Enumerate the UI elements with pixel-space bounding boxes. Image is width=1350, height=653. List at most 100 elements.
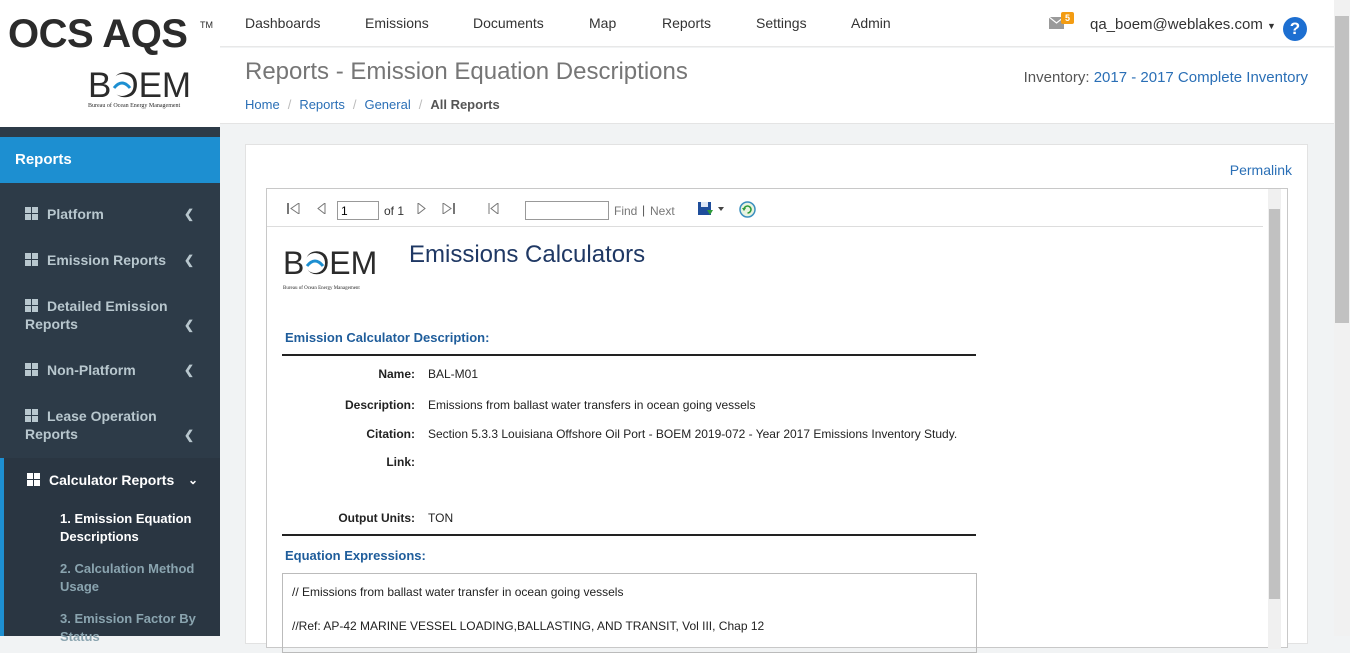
breadcrumb-separator: / [418,97,423,112]
next-page-icon[interactable] [417,203,426,214]
chevron-left-icon: ❮ [183,363,194,377]
report-scrollbar[interactable] [1268,189,1281,649]
breadcrumb-separator: / [287,97,292,112]
sidebar-item-label: Calculator Reports [49,472,175,488]
first-page-icon[interactable] [287,203,300,214]
mail-count-badge: 5 [1061,12,1075,24]
sidebar-subitem-emission-factor-by-status[interactable]: 3. Emission Factor By Status [60,610,210,646]
permalink-link[interactable]: Permalink [1230,162,1292,178]
field-value-name: BAL-M01 [428,367,479,381]
sidebar-item-emission-reports[interactable]: Emission Reports ❮ [0,251,220,269]
field-value-output-units: TON [428,511,454,525]
sidebar-item-calculator-reports[interactable]: Calculator Reports ⌄ [4,471,220,489]
boem-logo-text: BOEM [283,245,378,281]
chevron-left-icon: ❮ [183,207,194,221]
nav-documents[interactable]: Documents [473,15,544,31]
find-next-button[interactable]: Next [650,204,675,218]
content-panel: Permalink of 1 Find | Next [245,144,1308,653]
caret-down-icon: ▼ [1267,21,1276,31]
breadcrumb-home[interactable]: Home [245,97,280,112]
section-rule [282,534,976,536]
expression-line: //Ref: AP-42 MARINE VESSEL LOADING,BALLA… [292,619,765,633]
sidebar-item-non-platform[interactable]: Non-Platform ❮ [0,361,220,379]
chevron-left-icon: ❮ [183,253,194,267]
chevron-left-icon: ❮ [183,318,194,332]
boem-wave-icon [111,74,133,96]
report-viewer: of 1 Find | Next BOEM [266,188,1288,653]
field-value-description: Emissions from ballast water transfers i… [428,398,756,412]
sidebar-item-lease-operation-reports[interactable]: Lease Operation Reports ❮ [0,407,220,443]
sidebar-item-platform[interactable]: Platform ❮ [0,205,220,223]
breadcrumb-current: All Reports [430,97,500,112]
field-label-description: Description: [344,398,415,412]
boem-logo-subtitle: Bureau of Ocean Energy Management [283,286,360,291]
boem-logo-text: BOEM [88,66,192,105]
report-toolbar: of 1 Find | Next [267,189,1263,227]
boem-logo-subtitle: Bureau of Ocean Energy Management [88,103,181,109]
equation-expressions-box: // Emissions from ballast water transfer… [282,573,977,653]
find-input[interactable] [525,201,609,220]
sidebar-item-label: Platform [47,206,104,222]
inventory-info: Inventory: 2017 - 2017 Complete Inventor… [1024,69,1308,86]
page-count: of 1 [384,204,405,218]
export-save-icon[interactable] [698,201,714,217]
sidebar-subitem-emission-equation-descriptions[interactable]: 1. Emission Equation Descriptions [60,510,210,546]
sidebar-item-detailed-emission-reports[interactable]: Detailed Emission Reports ❮ [0,297,220,333]
help-icon[interactable]: ? [1283,17,1307,41]
breadcrumb-general[interactable]: General [364,97,410,112]
caret-down-icon[interactable] [718,207,724,211]
nav-map[interactable]: Map [589,15,616,31]
inventory-link[interactable]: 2017 - 2017 Complete Inventory [1094,69,1308,86]
grid-icon [25,253,38,266]
app-logo[interactable]: OCS AQS TM BOEM Bureau of Ocean Energy M… [0,0,220,127]
breadcrumb: Home / Reports / General / All Reports [245,97,500,112]
grid-icon [27,473,40,486]
last-page-icon[interactable] [442,203,455,214]
breadcrumb-reports[interactable]: Reports [299,97,345,112]
window-scrollbar-thumb[interactable] [1335,16,1349,323]
inventory-label: Inventory: [1023,69,1090,86]
page-header: Reports - Emission Equation Descriptions… [220,48,1334,124]
grid-icon [25,207,38,220]
grid-icon [25,299,38,312]
page-title: Reports - Emission Equation Descriptions [245,58,688,85]
nav-settings[interactable]: Settings [756,15,807,31]
report-title: Emissions Calculators [409,241,646,268]
field-label-link: Link: [386,455,415,469]
chevron-left-icon: ❮ [183,428,194,442]
report-scrollbar-thumb[interactable] [1269,209,1280,599]
back-icon[interactable] [488,203,499,214]
sidebar-subitem-calculation-method-usage[interactable]: 2. Calculation Method Usage [60,560,210,596]
nav-admin[interactable]: Admin [851,15,891,31]
sidebar-item-label: Emission Reports [47,252,167,268]
window-scrollbar[interactable] [1334,0,1350,636]
calculator-reports-section: Calculator Reports ⌄ 1. Emission Equatio… [0,458,220,644]
grid-icon [25,409,38,422]
grid-icon [25,363,38,376]
chevron-down-icon: ⌄ [187,473,198,487]
page-number-input[interactable] [337,201,379,220]
logo-trademark: TM [200,20,213,30]
section-heading-description: Emission Calculator Description: [285,330,490,345]
find-button[interactable]: Find [614,204,637,218]
sidebar: OCS AQS TM BOEM Bureau of Ocean Energy M… [0,0,220,644]
section-rule [282,354,976,356]
refresh-icon[interactable] [739,201,756,218]
sidebar-item-label: Lease Operation Reports [25,408,157,442]
field-value-citation: Section 5.3.3 Louisiana Offshore Oil Por… [428,427,958,441]
nav-reports[interactable]: Reports [662,15,711,31]
breadcrumb-separator: / [352,97,357,112]
field-label-output-units: Output Units: [338,511,415,525]
top-nav: Dashboards Emissions Documents Map Repor… [220,0,1334,47]
sidebar-item-label: Non-Platform [47,362,136,378]
field-label-name: Name: [378,367,415,381]
previous-page-icon[interactable] [317,203,326,214]
user-menu[interactable]: qa_boem@weblakes.com ▼ [1090,16,1276,33]
boem-wave-icon [305,253,325,273]
nav-dashboards[interactable]: Dashboards [245,15,321,31]
find-separator: | [642,203,646,217]
nav-emissions[interactable]: Emissions [365,15,429,31]
sidebar-header[interactable]: Reports [0,137,220,183]
field-label-citation: Citation: [366,427,415,441]
user-email: qa_boem@weblakes.com [1090,16,1263,33]
